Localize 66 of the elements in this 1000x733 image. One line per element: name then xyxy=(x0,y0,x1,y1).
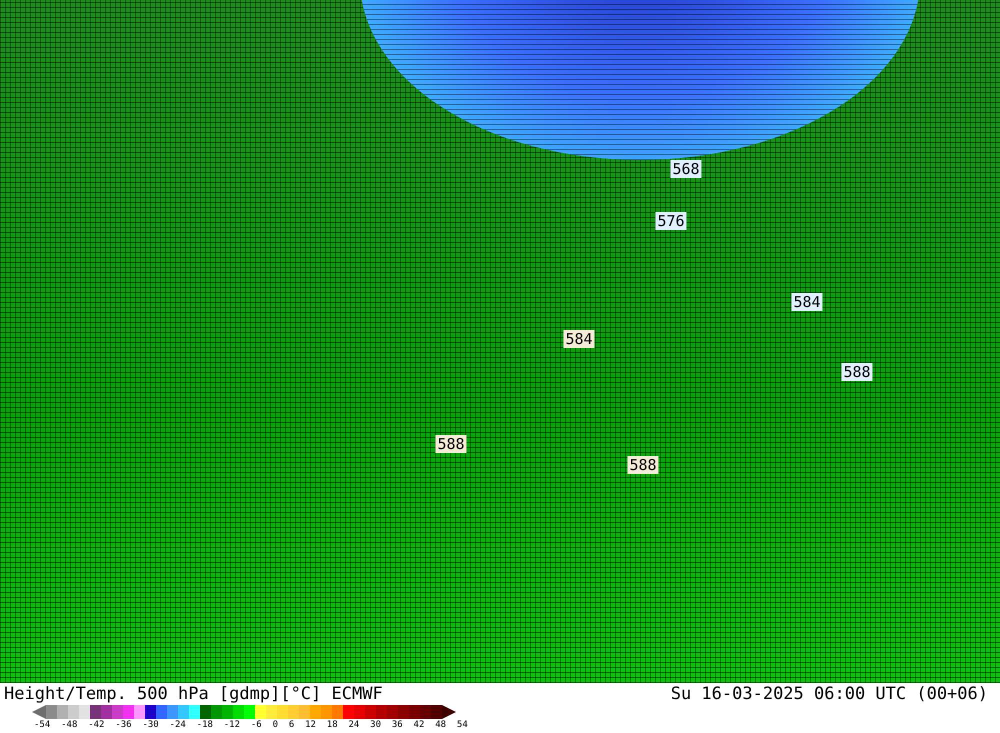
scale-tick-label: -6 xyxy=(250,719,262,731)
color-swatch xyxy=(233,705,244,719)
color-swatch xyxy=(101,705,112,719)
color-swatch xyxy=(310,705,321,719)
scale-tick-label: -54 xyxy=(34,719,50,731)
color-swatch xyxy=(57,705,68,719)
color-swatch xyxy=(431,705,442,719)
color-swatch xyxy=(134,705,145,719)
scale-tick-label: 48 xyxy=(435,719,446,731)
color-swatch xyxy=(211,705,222,719)
color-swatch xyxy=(90,705,101,719)
contour-label: 588 xyxy=(627,456,659,474)
scale-tick-label: 18 xyxy=(326,719,338,731)
color-swatch xyxy=(277,705,288,719)
chart-title: Height/Temp. 500 hPa [gdmp][°C] ECMWF xyxy=(4,683,383,705)
contour-label: 584 xyxy=(791,293,823,311)
color-swatch xyxy=(244,705,255,719)
scale-tick-label: 30 xyxy=(370,719,381,731)
color-swatch xyxy=(79,705,90,719)
color-swatch xyxy=(68,705,79,719)
scale-tick-label: -48 xyxy=(61,719,78,731)
color-swatch xyxy=(156,705,167,719)
color-swatch xyxy=(112,705,123,719)
low-end-arrow-icon xyxy=(32,705,46,719)
color-swatch xyxy=(299,705,310,719)
scale-tick-label: 42 xyxy=(414,719,424,731)
scale-tick-label: -42 xyxy=(88,719,104,731)
color-swatch xyxy=(123,705,134,719)
color-swatch xyxy=(376,705,387,719)
contour-label: 584 xyxy=(563,330,595,348)
scale-tick-label: 54 xyxy=(456,719,468,731)
color-swatch xyxy=(321,705,332,719)
color-swatch xyxy=(343,705,354,719)
scale-tick-label: -36 xyxy=(115,719,132,731)
color-swatch xyxy=(167,705,178,719)
contour-label: 588 xyxy=(435,435,467,453)
valid-time: Su 16-03-2025 06:00 UTC (00+06) xyxy=(670,683,988,705)
color-swatch xyxy=(365,705,376,719)
color-swatch xyxy=(398,705,409,719)
scale-tick-label: 6 xyxy=(288,719,294,731)
color-swatch xyxy=(387,705,398,719)
scale-tick-label: 24 xyxy=(348,719,360,731)
scale-tick-label: -30 xyxy=(142,719,159,731)
contour-label: 588 xyxy=(841,363,873,381)
high-end-arrow-icon xyxy=(442,705,456,719)
color-swatch xyxy=(354,705,365,719)
scale-tick-label: 12 xyxy=(305,719,316,731)
scale-tick-label: -18 xyxy=(196,719,213,731)
color-swatch xyxy=(189,705,200,719)
scale-tick-label: 36 xyxy=(392,719,403,731)
color-swatch xyxy=(200,705,211,719)
color-swatch xyxy=(222,705,233,719)
contour-label: 568 xyxy=(670,160,702,178)
scale-tick-label: -12 xyxy=(224,719,240,731)
scale-tick-label: 0 xyxy=(272,719,278,731)
color-swatch xyxy=(409,705,420,719)
color-swatch xyxy=(420,705,431,719)
color-swatch xyxy=(288,705,299,719)
color-swatch xyxy=(178,705,189,719)
color-swatch xyxy=(332,705,343,719)
scale-tick-label: -24 xyxy=(170,719,186,731)
contour-label: 576 xyxy=(655,212,687,230)
color-swatch xyxy=(266,705,277,719)
color-swatch xyxy=(46,705,57,719)
color-swatch xyxy=(145,705,156,719)
color-swatch xyxy=(255,705,266,719)
